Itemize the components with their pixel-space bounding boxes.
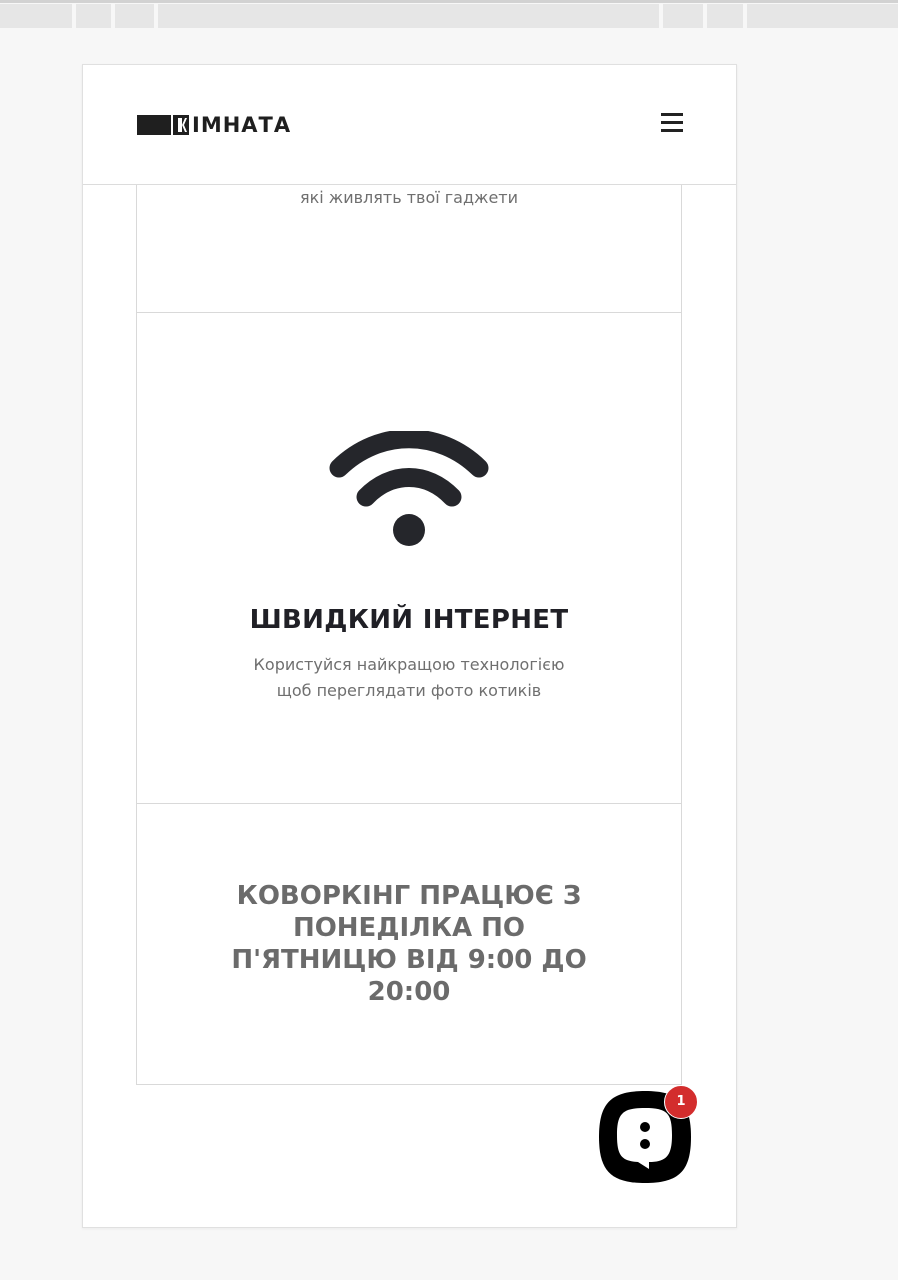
feature-description: які живлять твої гаджети [299, 188, 519, 207]
feature-description-line: щоб переглядати фото котиків [276, 681, 542, 700]
site-logo[interactable]: ІМНАТА [137, 114, 291, 136]
browser-top-border [0, 0, 898, 3]
feature-description: Користуйся найкращою технологією щоб пер… [209, 652, 609, 704]
browser-tab[interactable] [115, 4, 154, 28]
feature-title: ШВИДКИЙ ІНТЕРНЕТ [249, 605, 569, 635]
feature-description-line: Користуйся найкращою технологією [253, 655, 565, 674]
hamburger-menu-icon[interactable] [661, 113, 683, 133]
feature-card-internet: ШВИДКИЙ ІНТЕРНЕТ Користуйся найкращою те… [136, 313, 682, 804]
logo-text: ІМНАТА [192, 113, 292, 137]
browser-address-bar[interactable] [158, 4, 659, 28]
browser-tab[interactable] [707, 4, 743, 28]
browser-tab[interactable] [747, 4, 898, 28]
browser-tab[interactable] [663, 4, 703, 28]
site-header: ІМНАТА [83, 65, 736, 185]
working-hours-line: 20:00 [367, 977, 451, 1007]
feature-card-power: які живлять твої гаджети [136, 184, 682, 313]
working-hours-line: КОВОРКІНГ ПРАЦЮЄ З [236, 881, 582, 911]
schedule-card: КОВОРКІНГ ПРАЦЮЄ З ПОНЕДІЛКА ПО П'ЯТНИЦЮ… [136, 804, 682, 1085]
mobile-viewport: ІМНАТА які живлять твої гаджети ШВИДКИЙ … [82, 64, 737, 1228]
browser-tab[interactable] [0, 4, 72, 28]
working-hours-text: КОВОРКІНГ ПРАЦЮЄ З ПОНЕДІЛКА ПО П'ЯТНИЦЮ… [229, 880, 589, 1008]
logo-block [137, 115, 171, 135]
wifi-icon [329, 431, 489, 546]
working-hours-line: ПОНЕДІЛКА ПО [292, 913, 526, 943]
logo-k-mark [173, 115, 189, 135]
browser-toolbar [0, 0, 898, 30]
browser-tab[interactable] [76, 4, 111, 28]
working-hours-line: П'ЯТНИЦЮ ВІД 9:00 ДО [231, 945, 587, 975]
notification-badge: 1 [664, 1085, 698, 1119]
